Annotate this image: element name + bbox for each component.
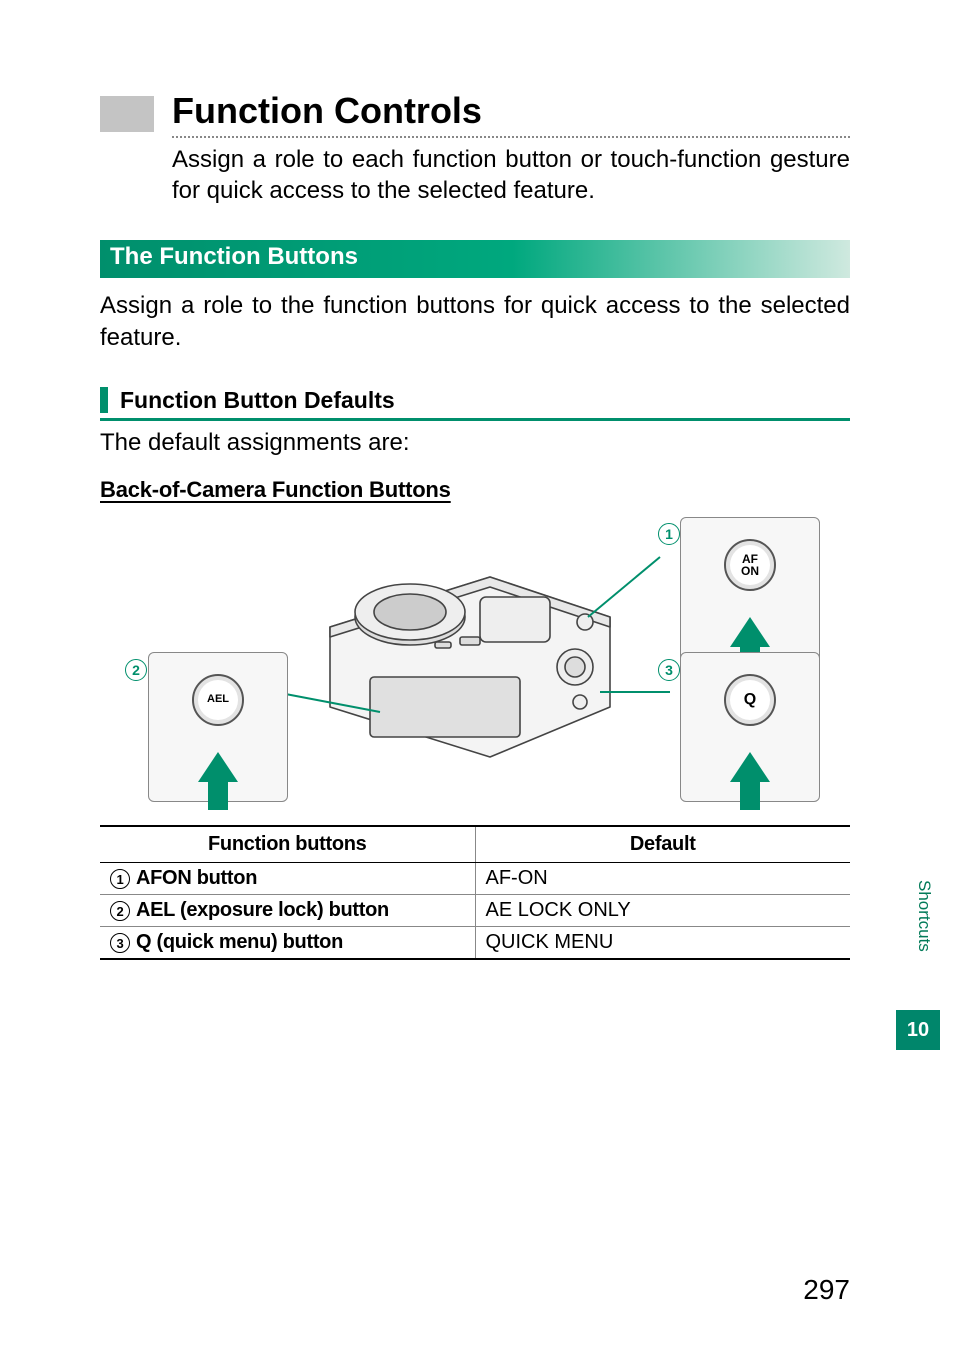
- callout-number-2: 2: [125, 659, 147, 681]
- row-number: 2: [110, 901, 130, 921]
- callout-q: Q: [680, 652, 820, 802]
- title-dotted-rule: [172, 136, 850, 138]
- section-body-text: Assign a role to the function buttons fo…: [100, 290, 850, 352]
- callout-number-3: 3: [658, 659, 680, 681]
- defaults-body-text: The default assignments are:: [100, 429, 850, 457]
- callout-number-1: 1: [658, 523, 680, 545]
- arrow-up-icon: [198, 752, 238, 782]
- callout-ael: AEL: [148, 652, 288, 802]
- chapter-number-badge: 10: [896, 1010, 940, 1050]
- q-button-icon: Q: [724, 674, 776, 726]
- intro-text: Assign a role to each function button or…: [172, 144, 850, 206]
- defaults-heading-text: Function Button Defaults: [120, 387, 395, 414]
- row-number: 1: [110, 869, 130, 889]
- back-of-camera-heading: Back-of-Camera Function Buttons: [100, 477, 850, 503]
- table-row: 2 AEL (exposure lock) button AE LOCK ONLY: [100, 894, 850, 926]
- section-heading-bar: The Function Buttons: [100, 240, 850, 278]
- arrow-up-icon: [730, 752, 770, 782]
- manual-page: Function Controls Assign a role to each …: [0, 0, 880, 1346]
- arrow-up-icon: [730, 617, 770, 647]
- table-row: 3 Q (quick menu) button QUICK MENU: [100, 926, 850, 959]
- defaults-accent-bar: [100, 387, 108, 413]
- table-header-default: Default: [475, 826, 850, 863]
- title-row: Function Controls: [100, 90, 850, 132]
- page-number: 297: [803, 1274, 850, 1306]
- afon-button-icon: AF ON: [724, 539, 776, 591]
- ael-button-icon: AEL: [192, 674, 244, 726]
- row-name: AFON button: [136, 867, 257, 889]
- defaults-table: Function buttons Default 1 AFON button AF…: [100, 825, 850, 960]
- defaults-heading: Function Button Defaults: [100, 387, 850, 421]
- row-name: Q (quick menu) button: [136, 931, 343, 953]
- table-header-function: Function buttons: [100, 826, 475, 863]
- table-row: 1 AFON button AF-ON: [100, 862, 850, 894]
- page-title: Function Controls: [172, 90, 482, 132]
- row-default: AF-ON: [475, 862, 850, 894]
- title-accent-block: [100, 96, 154, 132]
- row-default: QUICK MENU: [475, 926, 850, 959]
- row-number: 3: [110, 933, 130, 953]
- camera-diagram: 1 AF ON 2 AEL 3 Q: [100, 517, 850, 807]
- row-name: AEL (exposure lock) button: [136, 899, 389, 921]
- section-heading-text: The Function Buttons: [110, 243, 358, 270]
- side-tab-label: Shortcuts: [914, 880, 934, 952]
- callout-afon: AF ON: [680, 517, 820, 667]
- row-default: AE LOCK ONLY: [475, 894, 850, 926]
- side-tab: Shortcuts 10: [882, 0, 954, 1346]
